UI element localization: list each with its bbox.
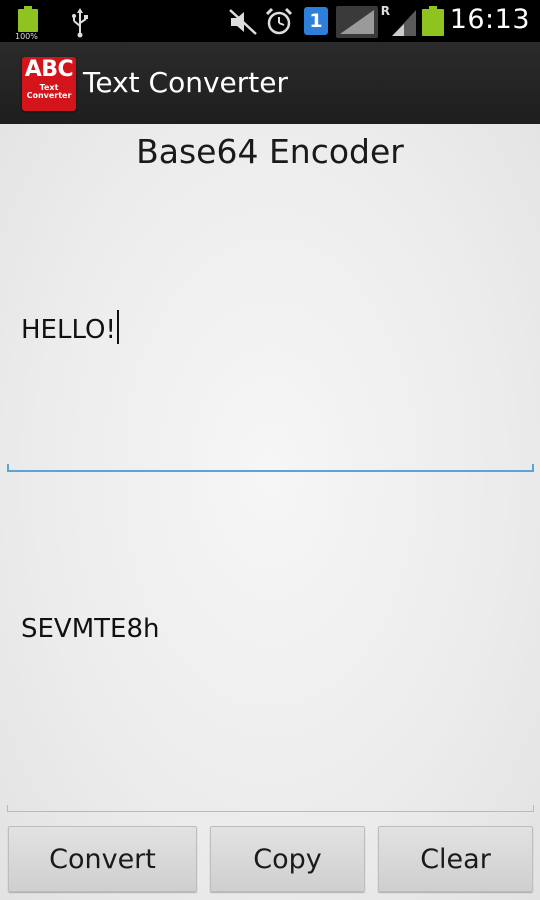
alarm-icon [265, 7, 293, 35]
app-icon[interactable]: ABC Text Converter [22, 57, 76, 111]
battery-percent: 100% [15, 32, 38, 41]
app-title: Text Converter [83, 66, 288, 99]
roaming-indicator: R [380, 4, 390, 18]
battery-icon [422, 6, 444, 36]
usb-icon [72, 8, 88, 38]
action-bar: ABC Text Converter Text Converter [0, 42, 540, 126]
copy-button[interactable]: Copy [210, 826, 365, 892]
battery-icon [18, 6, 38, 32]
output-field[interactable]: SEVMTE8h [7, 474, 534, 812]
status-bar: 100% 1 R 16:13 [0, 0, 540, 42]
output-underline [7, 805, 534, 812]
input-underline [7, 464, 534, 472]
app-icon-subtext: Text Converter [26, 83, 72, 100]
status-clock: 16:13 [449, 4, 530, 35]
signal-roaming-icon [392, 10, 416, 36]
mute-icon [229, 9, 257, 35]
main-content: Base64 Encoder HELLO! SEVMTE8h Convert C… [0, 124, 540, 900]
clear-button[interactable]: Clear [378, 826, 533, 892]
signal-icon [336, 6, 378, 38]
convert-button[interactable]: Convert [8, 826, 197, 892]
input-text: HELLO! [21, 310, 119, 345]
input-field[interactable]: HELLO! [7, 184, 534, 472]
text-cursor [116, 310, 119, 344]
input-value: HELLO! [21, 315, 116, 345]
app-icon-text: ABC [24, 57, 74, 82]
sim-icon: 1 [304, 7, 328, 35]
page-title: Base64 Encoder [136, 132, 404, 171]
output-value: SEVMTE8h [21, 614, 160, 644]
